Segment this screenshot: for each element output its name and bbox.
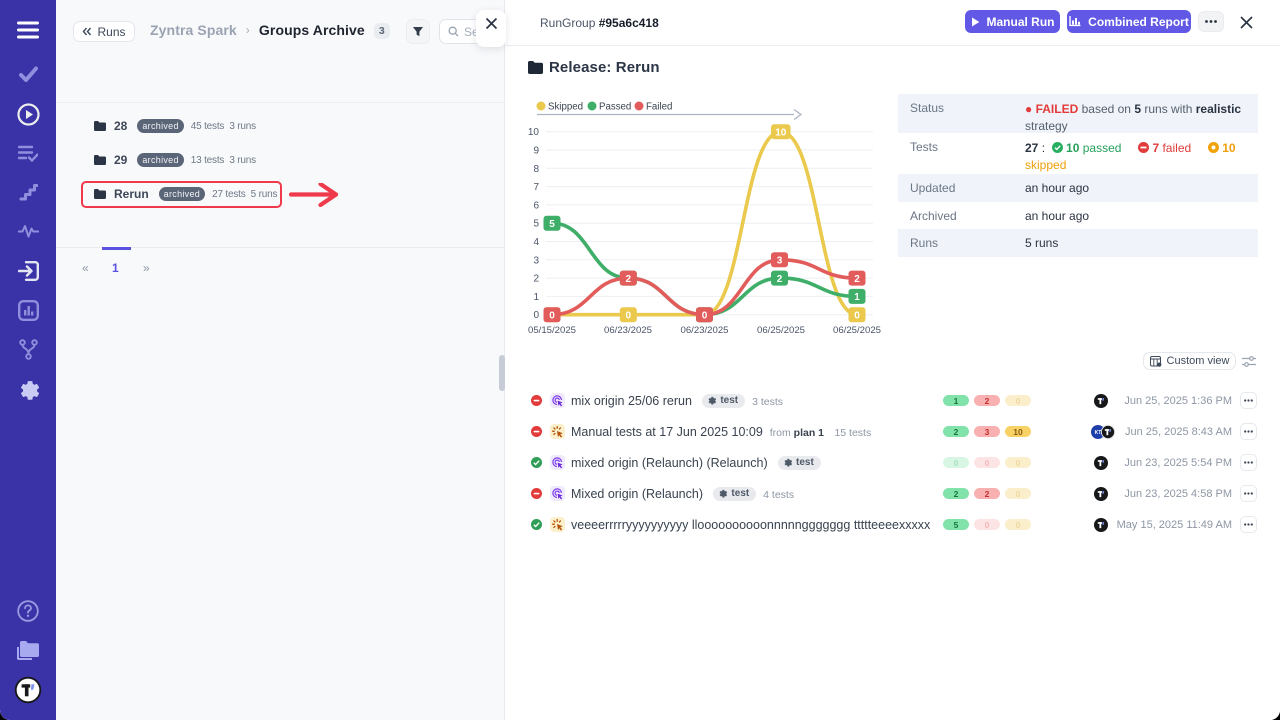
svg-text:05/15/2025: 05/15/2025	[528, 325, 576, 336]
svg-text:9: 9	[533, 146, 539, 157]
svg-text:5: 5	[533, 219, 539, 230]
svg-text:06/23/2025: 06/23/2025	[604, 325, 652, 336]
svg-text:Skipped: Skipped	[548, 102, 583, 113]
svg-text:3: 3	[777, 256, 783, 267]
svg-text:10: 10	[528, 127, 540, 138]
svg-text:2: 2	[626, 274, 632, 285]
svg-text:1: 1	[854, 292, 860, 303]
svg-text:0: 0	[626, 310, 632, 321]
svg-text:8: 8	[533, 164, 539, 175]
svg-text:5: 5	[549, 219, 555, 230]
svg-text:2: 2	[854, 274, 860, 285]
svg-text:1: 1	[533, 292, 539, 303]
svg-text:2: 2	[777, 274, 783, 285]
svg-text:Passed: Passed	[599, 102, 631, 113]
svg-text:0: 0	[533, 310, 539, 321]
svg-text:0: 0	[549, 310, 555, 321]
svg-text:06/25/2025: 06/25/2025	[833, 325, 881, 336]
svg-text:0: 0	[854, 310, 860, 321]
svg-text:6: 6	[533, 200, 539, 211]
svg-text:7: 7	[533, 182, 539, 193]
svg-text:Failed: Failed	[646, 102, 672, 113]
svg-text:2: 2	[533, 274, 539, 285]
svg-text:3: 3	[533, 255, 539, 266]
svg-text:06/25/2025: 06/25/2025	[757, 325, 805, 336]
svg-text:0: 0	[702, 310, 708, 321]
svg-text:4: 4	[533, 237, 539, 248]
svg-text:06/23/2025: 06/23/2025	[680, 325, 728, 336]
svg-text:10: 10	[775, 127, 787, 138]
